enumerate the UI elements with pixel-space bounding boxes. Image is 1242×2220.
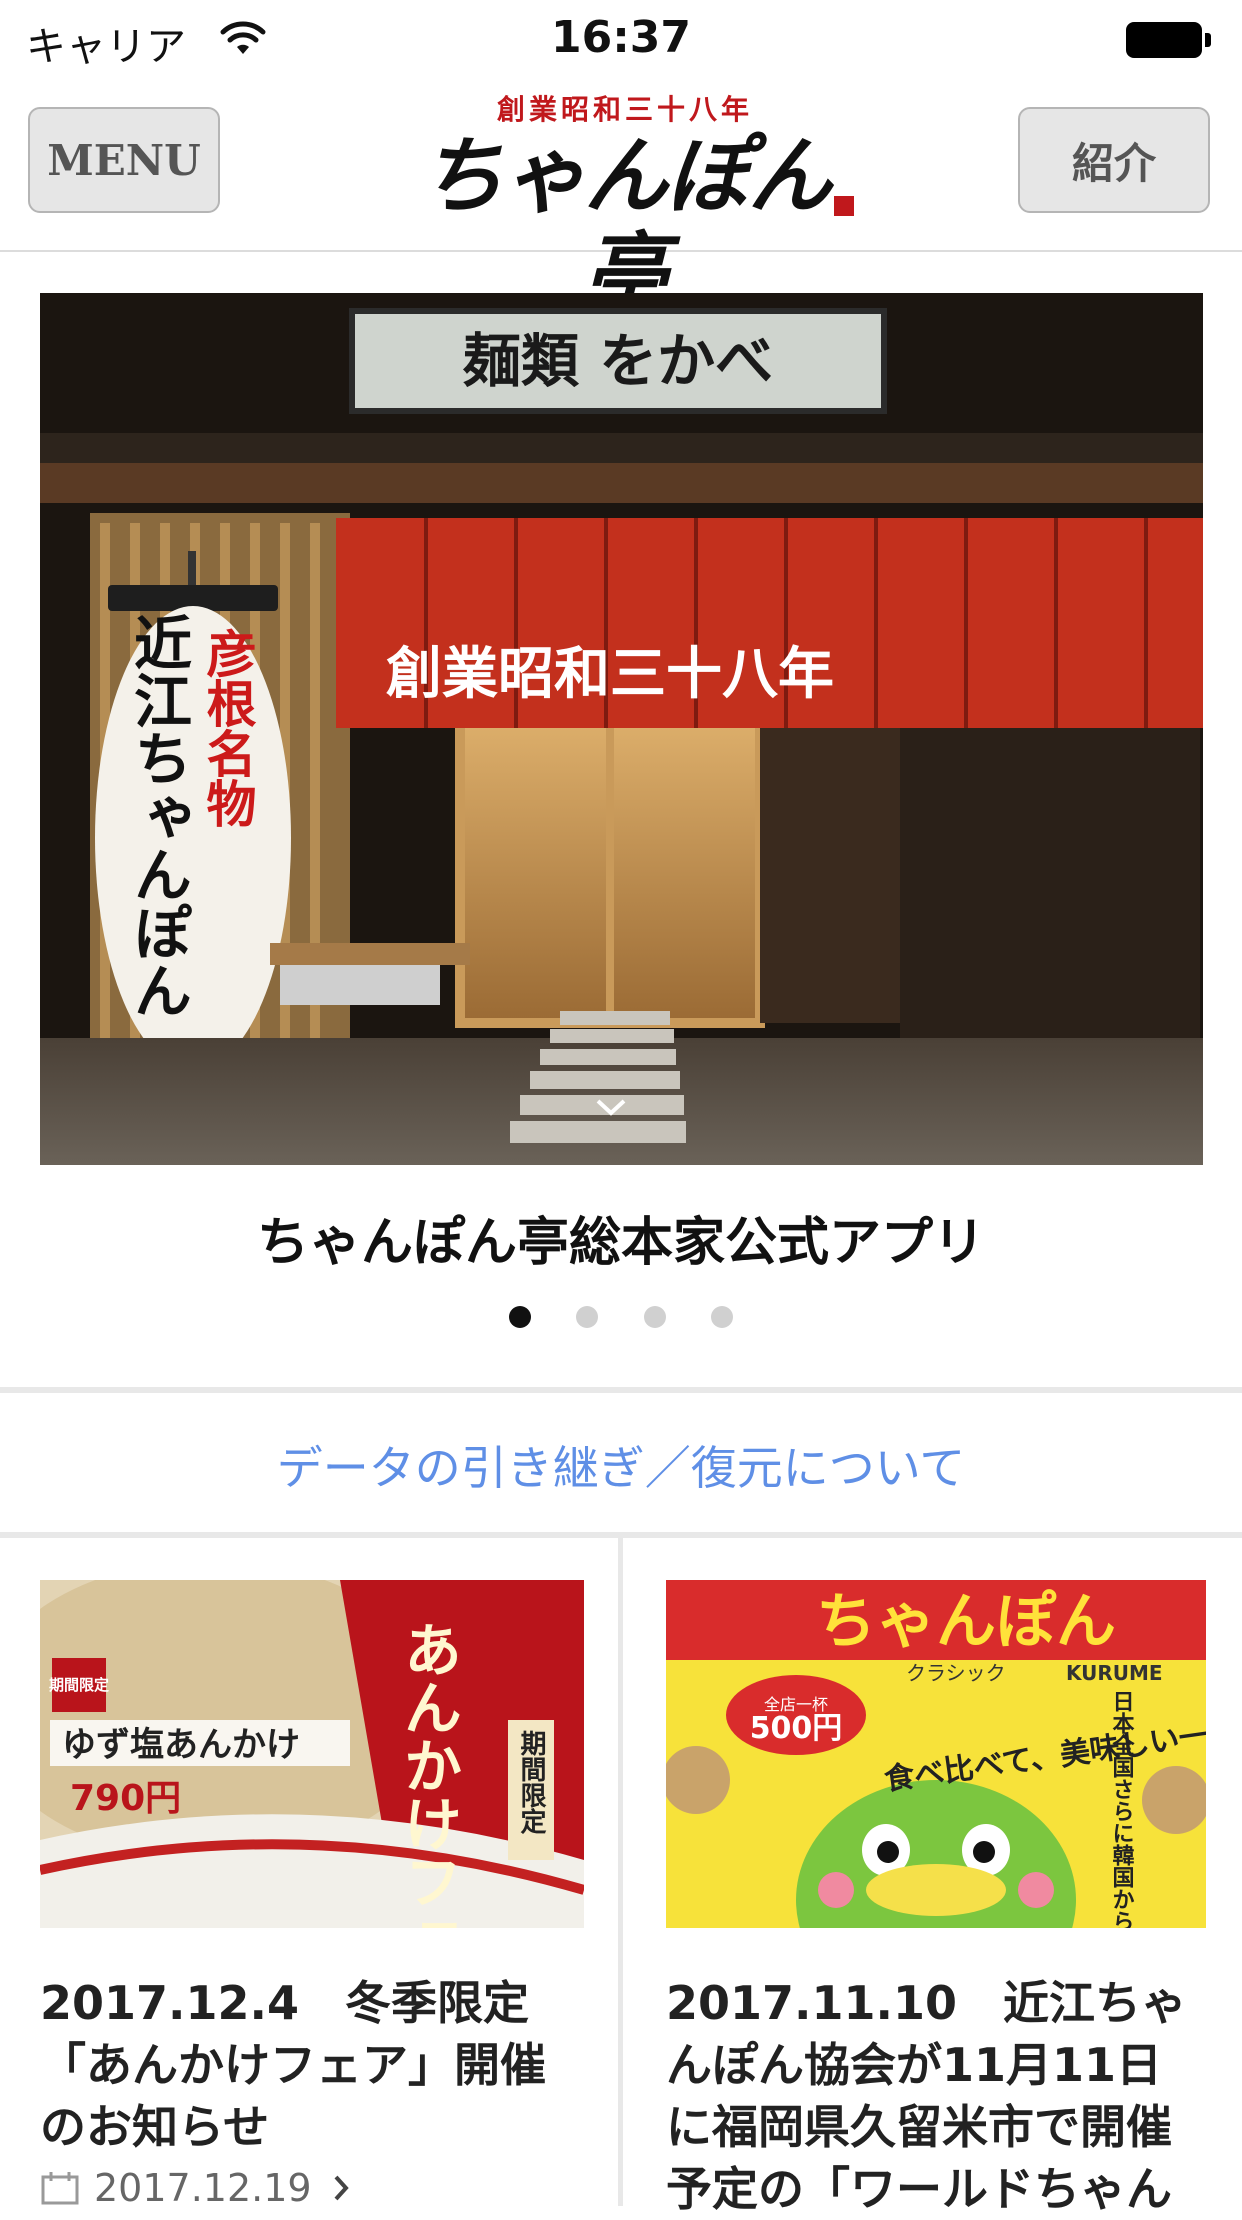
clock: 16:37	[550, 12, 692, 63]
thumb-side: 日本全国さらに韓国からご当地ちゃんぽん	[1109, 1690, 1136, 1928]
intro-button[interactable]: 紹介	[1018, 107, 1210, 213]
calendar-icon	[41, 2172, 79, 2205]
thumb-place: KURUME	[1066, 1661, 1163, 1685]
logo-subtitle: 創業昭和三十八年	[496, 93, 753, 126]
column-divider	[618, 1538, 623, 2206]
news-thumbnail[interactable]: ちゃんぽん クラシック KURUME 全店一杯 500円 食べ比べて、美味しい一…	[666, 1580, 1206, 1928]
menu-button[interactable]: MENU	[28, 107, 220, 213]
logo-title: ちゃんぽん亭	[419, 126, 832, 321]
news-title[interactable]: 2017.12.4 冬季限定「あんかけフェア」開催のお知らせ	[40, 1972, 584, 2158]
thumb-price: 500円	[750, 1711, 843, 1746]
status-bar: キャリア 16:37	[0, 0, 1242, 80]
page-dot[interactable]	[509, 1306, 532, 1328]
page-dot[interactable]	[710, 1306, 733, 1328]
page-dot[interactable]	[576, 1306, 599, 1328]
news-card[interactable]: 期間限定 ゆず塩あんかけ 790円 あんかけフェア 期間限定 2017.12.4…	[40, 1580, 584, 2210]
news-date: 2017.12.19	[94, 2166, 312, 2210]
thumb-price: 790円	[70, 1778, 181, 1819]
thumb-note: 期間限定	[516, 1730, 546, 1835]
hero-caption: ちゃんぽん亭総本家公式アプリ	[256, 1213, 985, 1273]
brand-logo: 創業昭和三十八年 ちゃんぽん亭	[390, 88, 860, 320]
page-dot[interactable]	[643, 1306, 666, 1328]
chevron-right-icon[interactable]	[326, 2173, 356, 2203]
divider	[0, 1387, 1242, 1393]
storefront-photo: 麺類 をかべ 創業昭和三十八年 彦根名物 近江ちゃんぽん	[40, 293, 1203, 1165]
signboard-text: 麺類 をかべ	[463, 327, 773, 395]
nav-bar: MENU 創業昭和三十八年 ちゃんぽん亭 紹介	[0, 80, 1242, 320]
seal-mark	[834, 196, 854, 216]
thumb-sub: クラシック	[906, 1661, 1006, 1685]
hero-carousel-image[interactable]: 麺類 をかべ 創業昭和三十八年 彦根名物 近江ちゃんぽん	[40, 293, 1203, 1165]
carousel-pagination[interactable]	[0, 1306, 1242, 1332]
thumb-headline: ちゃんぽん	[816, 1587, 1116, 1657]
lantern-text-red: 彦根名物	[199, 628, 258, 828]
news-title[interactable]: 2017.11.10 近江ちゃんぽん協会が11月11日に福岡県久留米市で開催予定…	[666, 1972, 1206, 2220]
thumb-tag: 期間限定	[49, 1676, 109, 1694]
data-transfer-link[interactable]: データの引き継ぎ／復元について	[0, 1432, 1242, 1498]
thumb-fair: あんかけフェア	[394, 1620, 462, 1928]
noren-text: 創業昭和三十八年	[386, 641, 834, 707]
news-meta: 2017.12.19	[40, 2166, 584, 2210]
lantern-text-black: 近江ちゃんぽん	[124, 613, 192, 1019]
battery-icon	[1126, 22, 1212, 60]
thumb-dish: ゆず塩あんかけ	[62, 1725, 300, 1765]
news-card[interactable]: ちゃんぽん クラシック KURUME 全店一杯 500円 食べ比べて、美味しい一…	[666, 1580, 1206, 2220]
news-thumbnail[interactable]: 期間限定 ゆず塩あんかけ 790円 あんかけフェア 期間限定	[40, 1580, 584, 1928]
